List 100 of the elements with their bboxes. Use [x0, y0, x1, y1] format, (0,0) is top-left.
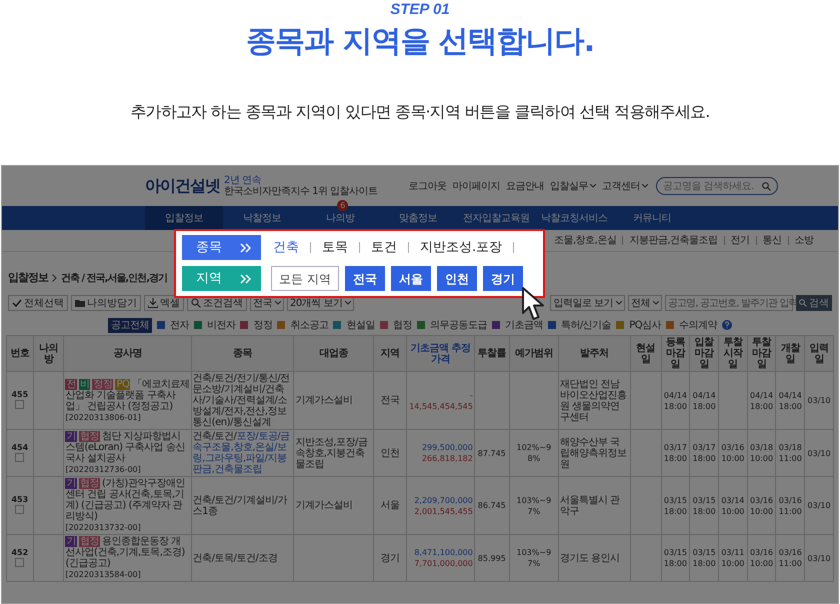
legend-label: PQ심사 [629, 318, 662, 332]
table-cell: 해양수산부 국립해양측위정보원 [558, 430, 630, 476]
estimated-price: 266,818,182 [420, 453, 473, 464]
category-link[interactable]: 통신 [762, 233, 782, 248]
date-cell: 03/17 18:00 [690, 430, 718, 476]
project-title[interactable]: 전 비 정정 PQ 「에코치료제 산업화 기술플랫폼 구축사업」 건립공사 (정정공고) [65, 378, 190, 412]
row-checkbox[interactable] [15, 400, 24, 409]
region-button[interactable]: 서울 [390, 266, 431, 291]
column-header: 발주처 [558, 336, 630, 372]
nav-tab[interactable]: 입찰정보 [145, 206, 223, 230]
category-option[interactable]: 건축 [271, 238, 301, 258]
notice-number: [20220312736-00] [65, 464, 142, 475]
legend-label: 기초금액 [504, 318, 543, 332]
table-cell: 서울 [374, 476, 407, 534]
filter-label-button[interactable]: 지역 [182, 266, 261, 291]
table-cell: 03/10 [804, 476, 834, 534]
award-text: 한국소비자만족지수 1위 입찰사이트 [224, 186, 378, 197]
estimated-price: 14,545,454,545 [408, 400, 473, 412]
filter-select[interactable]: 공고전체 [108, 318, 152, 332]
search-icon [799, 299, 807, 307]
row-checkbox[interactable] [15, 558, 24, 566]
nav-tab[interactable]: 낙찰코칭서비스 [535, 206, 613, 230]
caret-icon [345, 301, 352, 305]
column-header: 나의방 [33, 336, 64, 372]
top-link[interactable]: 마이페이지 [452, 178, 500, 194]
toolbar-button[interactable]: 전체선택 [8, 295, 68, 311]
nav-tab[interactable]: 맞춤정보 [379, 206, 457, 230]
table-cell: 인천 [374, 430, 407, 476]
row-checkbox[interactable] [15, 505, 24, 514]
category-option[interactable]: 토목 [320, 238, 350, 258]
double-chevron-icon [240, 274, 251, 284]
caret-icon [275, 301, 281, 305]
page-title: 종목과 지역을 선택합니다. [246, 24, 594, 60]
date-cell: 03/17 18:00 [661, 430, 690, 476]
notice-number: [20220313806-01] [65, 412, 142, 422]
table-cell: 전국 [374, 372, 407, 430]
toolbar-button[interactable]: 나의방담기 [71, 295, 141, 311]
row-checkbox[interactable] [15, 452, 24, 462]
top-link[interactable]: 입찰실무 [550, 178, 596, 194]
estimated-price: 2,001,545,455 [413, 506, 473, 516]
column-header: 투찰 마감일 [747, 336, 776, 372]
table-cell: 서울특별시 관악구 [558, 476, 630, 534]
project-title[interactable]: 기 협정 용인종합운동장 개선사업(건축,기계,토목,조경) (긴급공고) [65, 536, 190, 569]
top-link[interactable]: 로그아웃 [408, 178, 446, 194]
top-link[interactable]: 고객센터 [602, 178, 648, 194]
search-button[interactable]: 검색 [796, 295, 832, 311]
help-icon[interactable] [722, 320, 732, 330]
legend-label: 비전자 [206, 318, 236, 332]
table-cell: 87.745 [474, 430, 510, 476]
legend-label: 취소공고 [290, 318, 328, 332]
category-link[interactable]: 소방 [794, 233, 814, 248]
legend-label: 협정 [392, 318, 412, 332]
base-price: 2,209,700,000 [413, 494, 473, 506]
table-cell: 85.995 [474, 534, 510, 582]
date-cell: 03/16 11:00 [776, 534, 805, 582]
category-link[interactable]: 지붕판금,건축물조립 [629, 233, 718, 248]
region-button[interactable]: 인천 [436, 266, 477, 291]
nav-tab[interactable]: 전자입찰교육원 [457, 206, 535, 230]
region-button[interactable]: 경기 [482, 266, 523, 291]
project-title[interactable]: 기 협정 첨단 지상파항법시스템(eLoran) 구축사업 송신국사 설치공사 [65, 431, 190, 464]
filter-label-button[interactable]: 종목 [182, 235, 261, 260]
column-header: 등록 마감일 [661, 336, 690, 372]
select-field[interactable]: 입력일로 보기 [550, 295, 625, 311]
top-link[interactable]: 요금안내 [506, 178, 544, 194]
table-cell: 지반조성,포장/금속창호,지붕건축물조립 [294, 430, 374, 476]
date-cell: 04/14 18:00 [690, 372, 718, 430]
category-link[interactable]: 조물,창호,온실 [554, 233, 616, 248]
legend-label: 전자 [170, 318, 189, 332]
site-logo[interactable]: 아이건설넷 [145, 174, 220, 198]
legend-label: 의무공동도급 [430, 318, 487, 332]
select-field[interactable]: 전체 [628, 295, 662, 311]
column-header: 대업종 [294, 336, 374, 372]
column-header: 현설일 [630, 336, 662, 372]
region-button[interactable]: 전국 [344, 266, 385, 291]
project-title[interactable]: 기 협정 (가칭)관악구장애인센터 건립 공사(건축,토목,기계) (긴급공고) (주계약자 관리방식) [65, 478, 190, 522]
category-link[interactable]: 전기 [730, 233, 750, 248]
legend-label: 특허/신기술 [560, 318, 612, 332]
date-cell: 04/14 18:00 [776, 372, 805, 430]
nav-tab[interactable]: 커뮤니티 [613, 206, 691, 230]
row-number: 452 [10, 546, 30, 558]
chevron-icon [52, 274, 57, 282]
search-icon[interactable] [762, 182, 771, 190]
award-label: 2년 연속 [224, 175, 262, 186]
region-button[interactable]: 모든 지역 [271, 266, 339, 291]
date-cell: 03/11 10:00 [718, 534, 748, 582]
column-header: 번호 [6, 336, 34, 372]
toolbar-button[interactable]: 엑셀 [144, 295, 184, 311]
legend-label: 현설일 [346, 318, 375, 332]
category-cell: 건축/토건/기계설비/가스1종 [191, 476, 294, 534]
category-option[interactable]: 지반조성.포장 [418, 238, 504, 258]
legend-label: 정정 [253, 318, 272, 332]
column-header: 투찰률 [474, 336, 510, 372]
date-cell: 03/16 10:00 [747, 476, 776, 534]
download-icon [148, 298, 158, 308]
nav-tab[interactable]: 낙찰정보 [223, 206, 301, 230]
caret-icon [616, 301, 622, 305]
search-field[interactable]: 공고명을 검색하세요. [656, 177, 778, 195]
table-cell: 03/10 [804, 430, 834, 476]
category-option[interactable]: 토건 [369, 238, 399, 258]
table-cell: 03/10 [804, 534, 834, 582]
